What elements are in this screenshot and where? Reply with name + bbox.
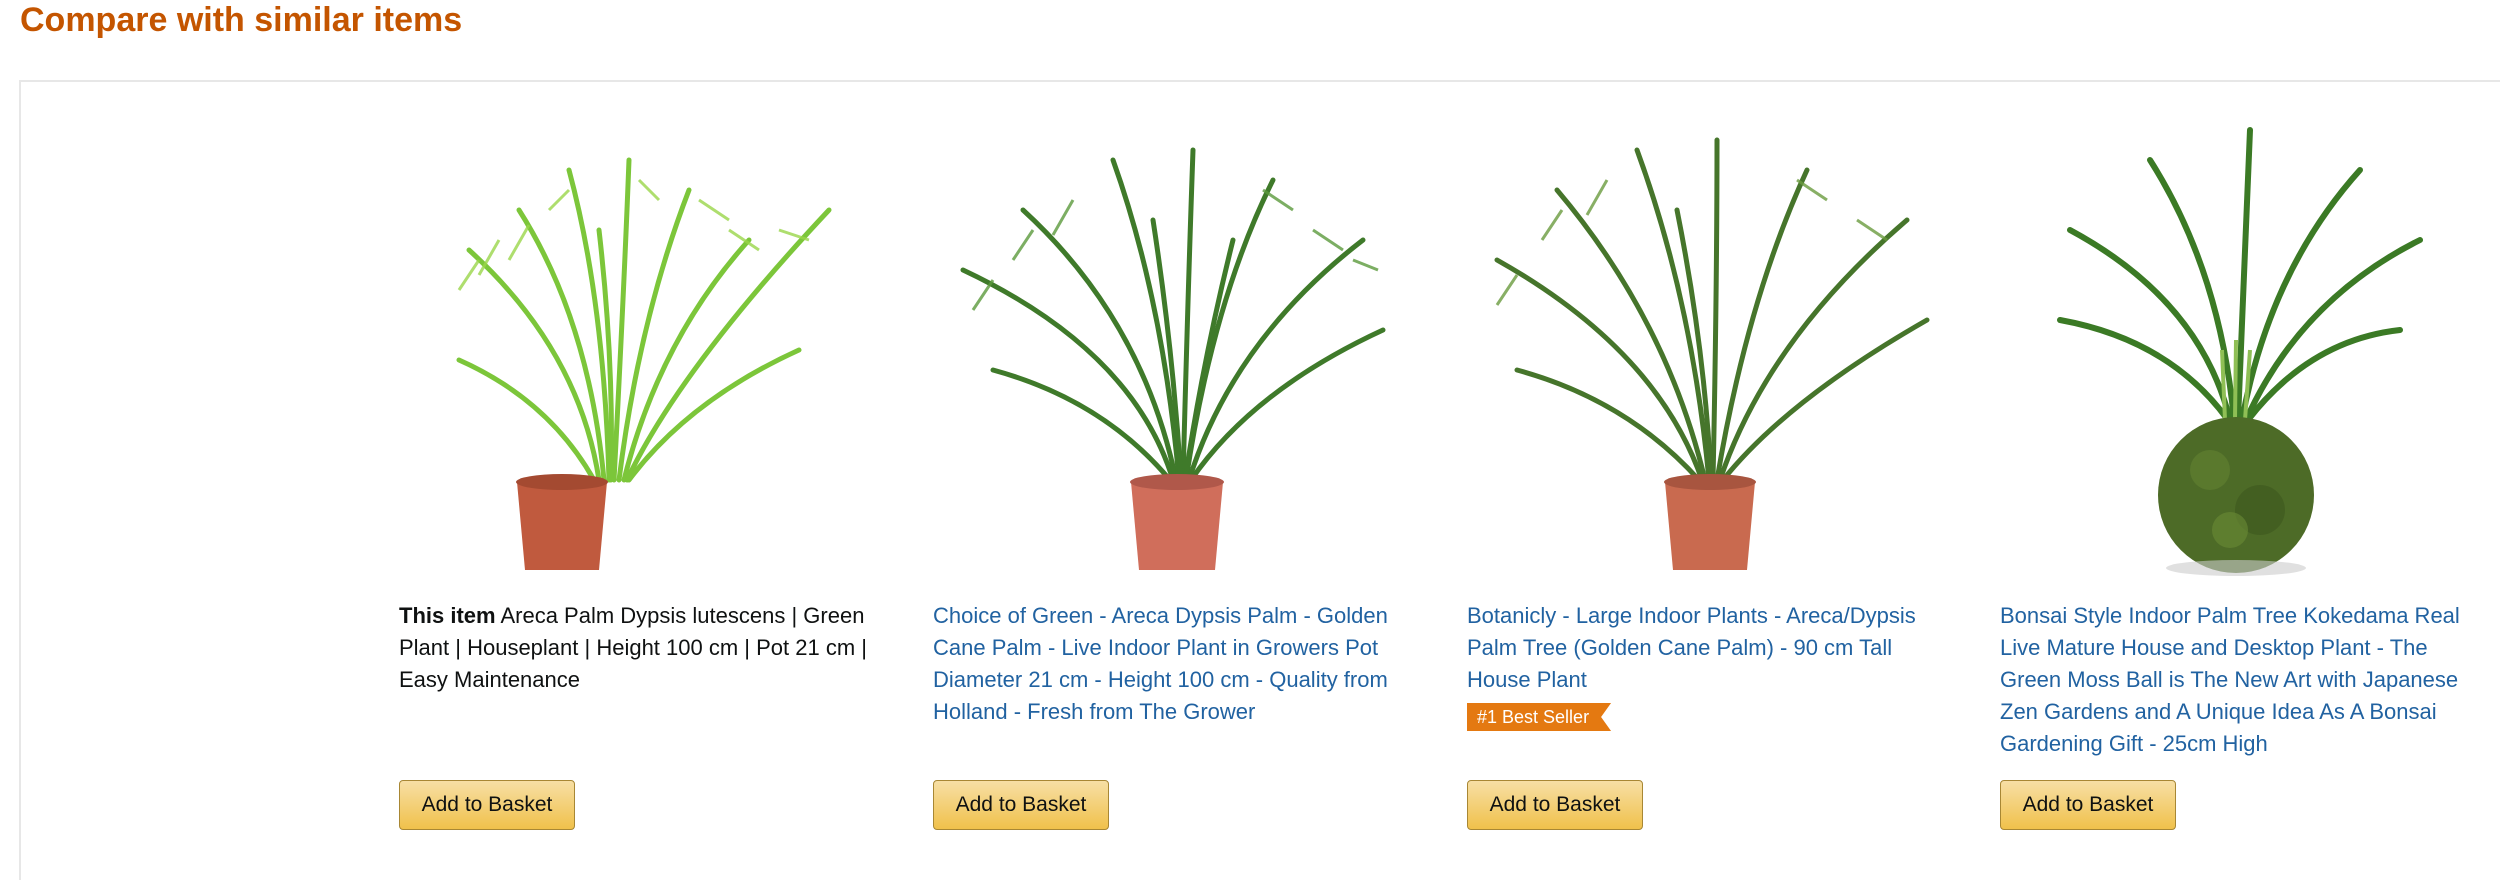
product-title-link[interactable]: Bonsai Style Indoor Palm Tree Kokedama R… bbox=[2000, 600, 2490, 760]
add-to-basket-button[interactable]: Add to Basket bbox=[399, 780, 575, 830]
product-title: This item Areca Palm Dypsis lutescens | … bbox=[399, 600, 889, 696]
product-image[interactable] bbox=[933, 100, 1433, 590]
compare-column-2: Choice of Green - Areca Dypsis Palm - Go… bbox=[933, 100, 1433, 849]
palm-plant-image bbox=[960, 147, 1386, 570]
kokedama-plant-image bbox=[2057, 127, 2423, 576]
palm-plant-image bbox=[456, 157, 832, 570]
compare-column-4: Bonsai Style Indoor Palm Tree Kokedama R… bbox=[2000, 100, 2500, 849]
add-to-basket-button[interactable]: Add to Basket bbox=[1467, 780, 1643, 830]
product-title-link[interactable]: Choice of Green - Areca Dypsis Palm - Go… bbox=[933, 600, 1423, 728]
product-image[interactable] bbox=[2000, 100, 2500, 590]
compare-column-3: Botanicly - Large Indoor Plants - Areca/… bbox=[1467, 100, 1967, 849]
best-seller-badge: #1 Best Seller bbox=[1467, 703, 1611, 731]
compare-column-this-item: This item Areca Palm Dypsis lutescens | … bbox=[399, 100, 899, 849]
add-to-basket-button[interactable]: Add to Basket bbox=[933, 780, 1109, 830]
this-item-label: This item bbox=[399, 603, 496, 628]
add-to-basket-button[interactable]: Add to Basket bbox=[2000, 780, 2176, 830]
palm-plant-image bbox=[1494, 137, 1930, 570]
product-image[interactable] bbox=[1467, 100, 1967, 590]
product-image bbox=[399, 100, 899, 590]
section-heading: Compare with similar items bbox=[20, 1, 463, 39]
product-title-link[interactable]: Botanicly - Large Indoor Plants - Areca/… bbox=[1467, 600, 1957, 696]
